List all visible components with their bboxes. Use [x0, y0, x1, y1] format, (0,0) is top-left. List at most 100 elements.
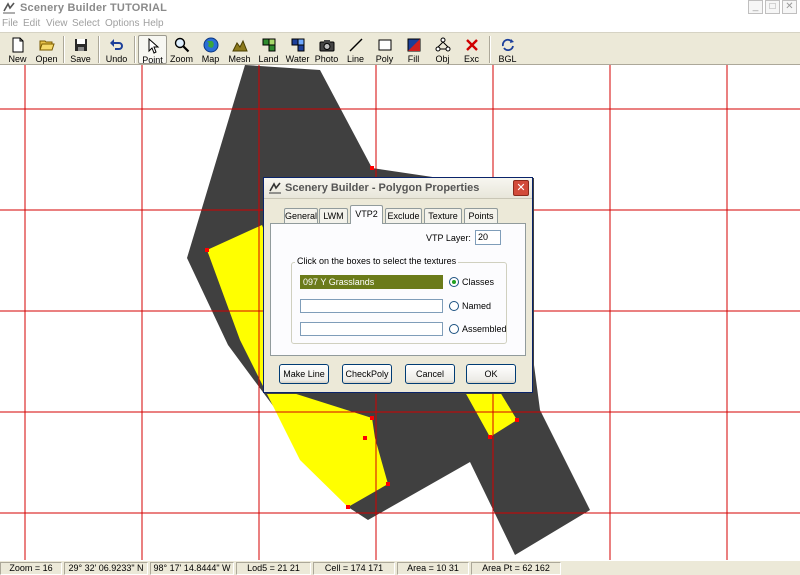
texture-group-legend: Click on the boxes to select the texture…: [295, 255, 459, 267]
classes-radio-label[interactable]: Classes: [462, 276, 494, 288]
texture-classes-field[interactable]: 097 Y Grasslands: [300, 275, 443, 289]
land-button[interactable]: Land: [254, 35, 283, 64]
bgl-compile-icon: [501, 38, 514, 51]
open-button[interactable]: Open: [32, 35, 61, 64]
window-title: Scenery Builder TUTORIAL: [20, 2, 168, 14]
point-button[interactable]: Point: [138, 35, 167, 65]
app-icon: [3, 2, 15, 14]
water-label: Water: [285, 54, 310, 64]
undo-label: Undo: [105, 54, 128, 64]
texture-named-field[interactable]: [300, 299, 443, 313]
status-zoom: Zoom = 16: [0, 562, 62, 575]
toolbar-separator: [134, 36, 136, 63]
make-line-button[interactable]: Make Line: [279, 364, 329, 384]
tab-vtp2[interactable]: VTP2: [350, 205, 383, 224]
point-label: Point: [142, 55, 163, 65]
ok-button[interactable]: OK: [466, 364, 516, 384]
globe-icon: [203, 37, 218, 53]
line-button[interactable]: Line: [341, 35, 370, 64]
save-disk-icon: [74, 39, 87, 51]
vertex-point[interactable]: [370, 166, 374, 170]
exc-label: Exc: [463, 54, 479, 64]
minimize-button[interactable]: _: [748, 0, 763, 14]
undo-button[interactable]: Undo: [102, 35, 131, 64]
named-radio[interactable]: [449, 301, 459, 311]
fill-label: Fill: [407, 54, 420, 64]
line-icon: [349, 38, 362, 52]
land-label: Land: [258, 54, 279, 64]
obj-button[interactable]: Obj: [428, 35, 457, 64]
save-label: Save: [70, 54, 91, 64]
mesh-button[interactable]: Mesh: [225, 35, 254, 64]
save-button[interactable]: Save: [66, 35, 95, 64]
vertex-point[interactable]: [346, 505, 350, 509]
toolbar: New Open Save Undo Point Zoom Map Mesh L…: [0, 32, 800, 65]
vertex-point[interactable]: [363, 436, 367, 440]
open-label: Open: [35, 54, 58, 64]
map-button[interactable]: Map: [196, 35, 225, 64]
map-label: Map: [201, 54, 220, 64]
vtp-layer-input[interactable]: 20: [475, 230, 501, 245]
mesh-label: Mesh: [228, 54, 251, 64]
status-cell: Cell = 174 171: [313, 562, 395, 575]
app-icon: [269, 182, 281, 194]
new-button[interactable]: New: [3, 35, 32, 64]
exc-button[interactable]: Exc: [457, 35, 486, 64]
new-file-icon: [12, 37, 23, 53]
vertex-point[interactable]: [386, 482, 390, 486]
dialog-title-bar[interactable]: Scenery Builder - Polygon Properties ✕: [264, 178, 532, 199]
title-bar: Scenery Builder TUTORIAL _ □ ✕: [0, 0, 800, 16]
vertex-point[interactable]: [488, 435, 492, 439]
poly-label: Poly: [375, 54, 394, 64]
water-button[interactable]: Water: [283, 35, 312, 64]
status-bar: Zoom = 16 29° 32' 06.9233" N 98° 17' 14.…: [0, 560, 800, 575]
water-icon: [291, 38, 304, 52]
pointer-icon: [148, 38, 159, 54]
tab-lwm[interactable]: LWM: [319, 208, 348, 223]
dialog-close-button[interactable]: ✕: [513, 180, 529, 196]
zoom-label: Zoom: [169, 54, 193, 64]
vertex-point[interactable]: [205, 248, 209, 252]
bgl-label: BGL: [498, 54, 517, 64]
magnifier-icon: [174, 37, 189, 53]
photo-label: Photo: [314, 54, 339, 64]
check-poly-button[interactable]: CheckPoly: [342, 364, 392, 384]
dialog-title: Scenery Builder - Polygon Properties: [285, 182, 480, 194]
menu-view[interactable]: View: [46, 17, 68, 30]
cancel-button[interactable]: Cancel: [405, 364, 455, 384]
named-radio-label[interactable]: Named: [462, 300, 491, 312]
polygon-properties-dialog: Scenery Builder - Polygon Properties ✕ G…: [263, 177, 533, 393]
tab-texture[interactable]: Texture: [424, 208, 462, 223]
texture-assembled-field[interactable]: [300, 322, 443, 336]
status-area-point: Area Pt = 62 162: [471, 562, 561, 575]
vertex-point[interactable]: [515, 418, 519, 422]
status-longitude: 98° 17' 14.8444" W: [150, 562, 234, 575]
menu-bar: File Edit View Select Options Help: [0, 16, 800, 31]
tab-exclude[interactable]: Exclude: [385, 208, 422, 223]
poly-button[interactable]: Poly: [370, 35, 399, 64]
close-button[interactable]: ✕: [782, 0, 797, 14]
vertex-point[interactable]: [370, 416, 374, 420]
photo-button[interactable]: Photo: [312, 35, 341, 64]
new-label: New: [8, 54, 27, 64]
menu-help[interactable]: Help: [143, 17, 164, 30]
vtp-layer-label: VTP Layer:: [426, 233, 471, 243]
classes-radio[interactable]: [449, 277, 459, 287]
assembled-radio[interactable]: [449, 324, 459, 334]
camera-icon: [319, 40, 334, 52]
zoom-button[interactable]: Zoom: [167, 35, 196, 64]
menu-file[interactable]: File: [2, 17, 18, 30]
bgl-button[interactable]: BGL: [493, 35, 522, 64]
menu-edit[interactable]: Edit: [23, 17, 40, 30]
assembled-radio-label[interactable]: Assembled: [462, 323, 507, 335]
mesh-mountain-icon: [231, 39, 248, 52]
status-lod: Lod5 = 21 21: [236, 562, 311, 575]
polygon-icon: [378, 39, 391, 51]
tab-points[interactable]: Points: [464, 208, 498, 223]
toolbar-separator: [63, 36, 65, 63]
maximize-button[interactable]: □: [765, 0, 780, 14]
menu-options[interactable]: Options: [105, 17, 139, 30]
fill-button[interactable]: Fill: [399, 35, 428, 64]
tab-general[interactable]: General: [284, 208, 318, 223]
menu-select[interactable]: Select: [72, 17, 100, 30]
